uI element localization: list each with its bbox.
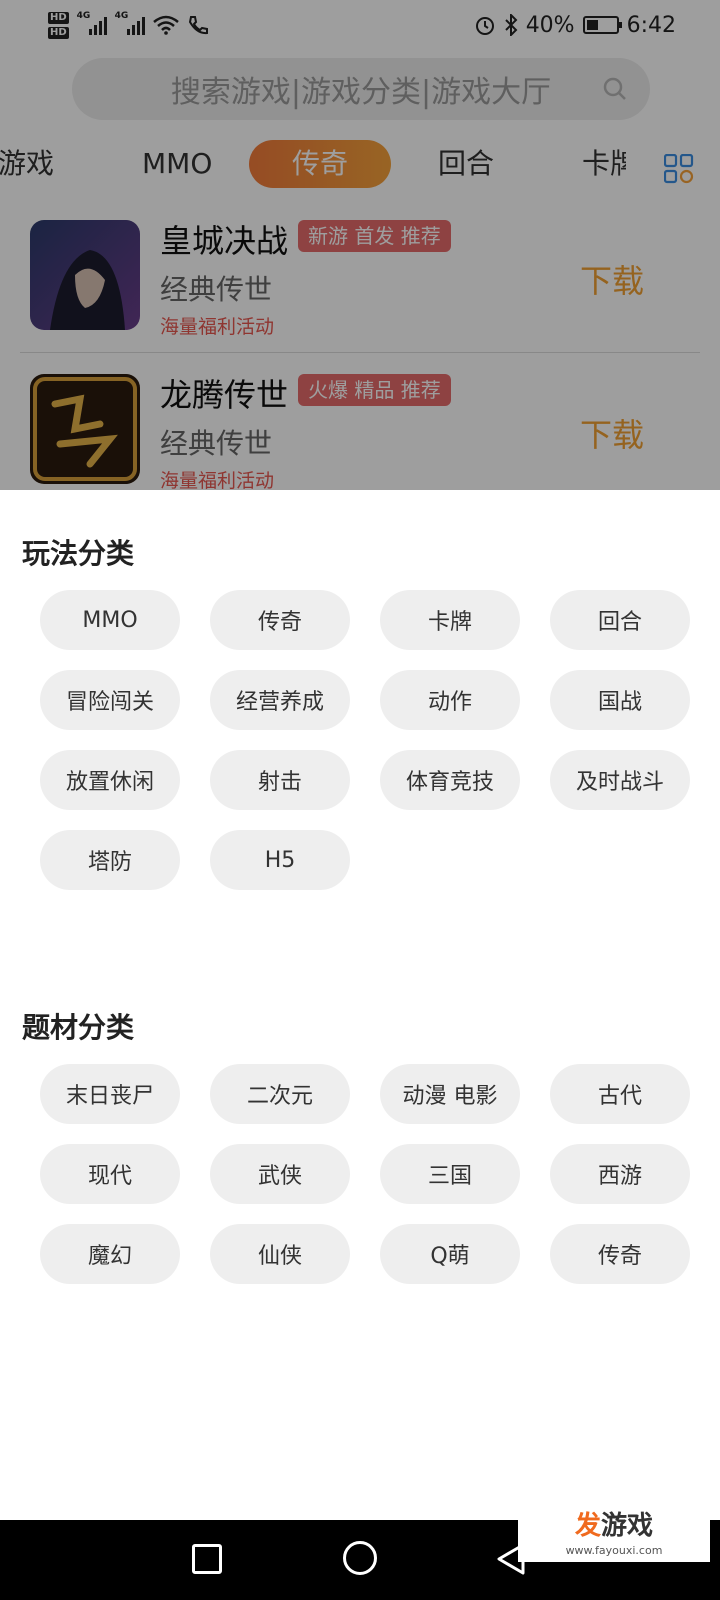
theme-category-chip[interactable]: 西游 bbox=[550, 1144, 690, 1204]
theme-category-chip[interactable]: 现代 bbox=[40, 1144, 180, 1204]
gameplay-category-chip[interactable]: 经营养成 bbox=[210, 670, 350, 730]
gameplay-category-chip[interactable]: 传奇 bbox=[210, 590, 350, 650]
watermark-logo: 发游戏 www.fayouxi.com bbox=[518, 1500, 710, 1562]
gameplay-category-chip[interactable]: 卡牌 bbox=[380, 590, 520, 650]
gameplay-section-title: 玩法分类 bbox=[22, 537, 135, 570]
theme-category-chip[interactable]: 魔幻 bbox=[40, 1224, 180, 1284]
theme-category-chip[interactable]: 传奇 bbox=[550, 1224, 690, 1284]
gameplay-category-chip[interactable]: 塔防 bbox=[40, 830, 180, 890]
gameplay-category-chip[interactable]: 射击 bbox=[210, 750, 350, 810]
gameplay-category-chip[interactable]: 及时战斗 bbox=[550, 750, 690, 810]
theme-category-chip[interactable]: 古代 bbox=[550, 1064, 690, 1124]
recents-button[interactable] bbox=[192, 1544, 222, 1574]
theme-category-chip[interactable]: 仙侠 bbox=[210, 1224, 350, 1284]
theme-section-title: 题材分类 bbox=[22, 1011, 135, 1044]
gameplay-category-chip[interactable]: 国战 bbox=[550, 670, 690, 730]
gameplay-category-chip[interactable]: MMO bbox=[40, 590, 180, 650]
gameplay-category-chip[interactable]: 回合 bbox=[550, 590, 690, 650]
category-sheet: 玩法分类 MMO 传奇 卡牌 回合 冒险闯关 经营养成 动作 国战 放置休闲 射击 体育竞技 及时战斗… bbox=[0, 490, 720, 1520]
modal-overlay[interactable] bbox=[0, 0, 720, 490]
gameplay-category-chip[interactable]: 体育竞技 bbox=[380, 750, 520, 810]
theme-category-chip[interactable]: 二次元 bbox=[210, 1064, 350, 1124]
home-button[interactable] bbox=[343, 1541, 377, 1575]
gameplay-category-chip[interactable]: 冒险闯关 bbox=[40, 670, 180, 730]
theme-category-chip[interactable]: Q萌 bbox=[380, 1224, 520, 1284]
gameplay-category-chip[interactable]: H5 bbox=[210, 830, 350, 890]
theme-category-chip[interactable]: 末日丧尸 bbox=[40, 1064, 180, 1124]
theme-category-chip[interactable]: 武侠 bbox=[210, 1144, 350, 1204]
gameplay-category-chip[interactable]: 动作 bbox=[380, 670, 520, 730]
theme-category-chip[interactable]: 三国 bbox=[380, 1144, 520, 1204]
theme-category-chip[interactable]: 动漫 电影 bbox=[380, 1064, 520, 1124]
gameplay-category-chip[interactable]: 放置休闲 bbox=[40, 750, 180, 810]
